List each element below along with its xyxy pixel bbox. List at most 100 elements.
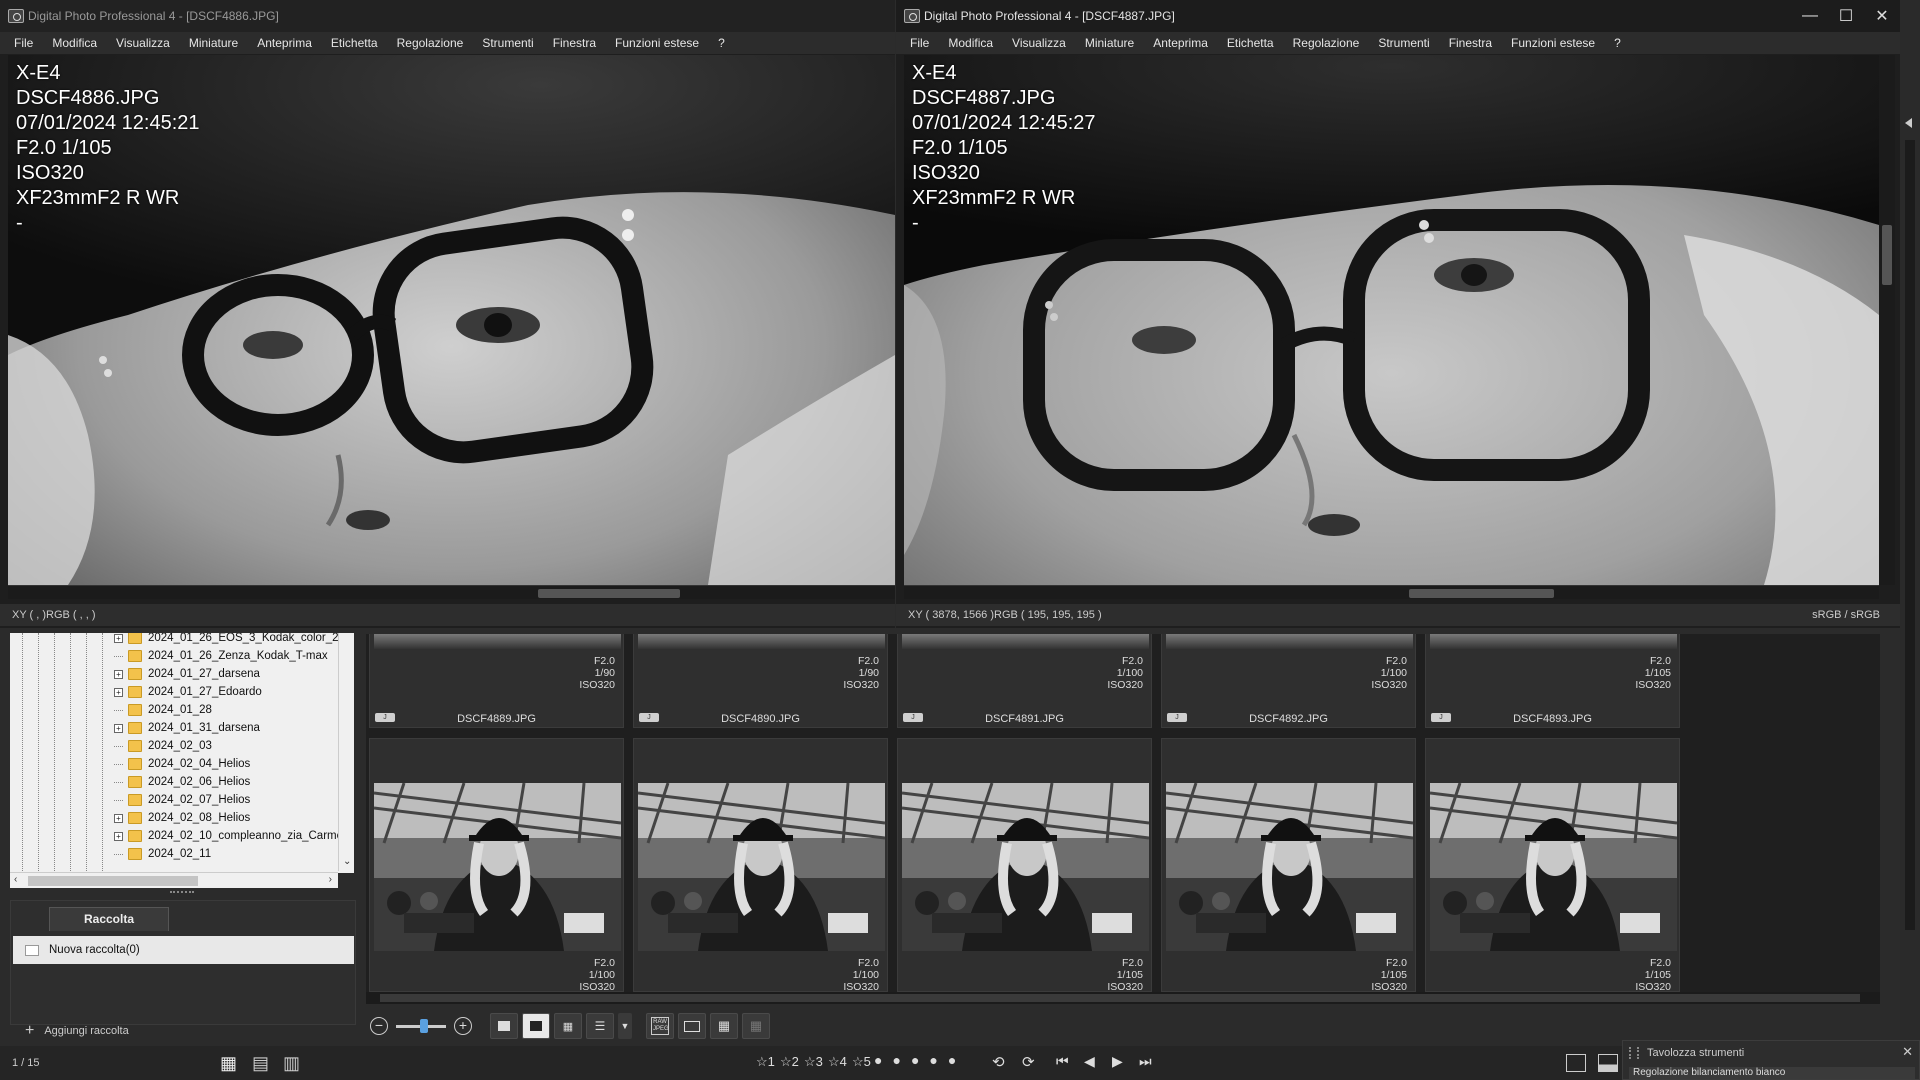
menu-item[interactable]: Etichetta: [1227, 36, 1274, 50]
layout-preview-icon[interactable]: ▤: [252, 1053, 269, 1074]
raw-jpeg-button[interactable]: RAW JPEG: [646, 1013, 674, 1039]
scroll-right-icon[interactable]: ›: [329, 874, 332, 885]
menu-item[interactable]: Regolazione: [397, 36, 464, 50]
vscroll-thumb[interactable]: [1882, 225, 1892, 285]
rating-2-button[interactable]: ☆2: [780, 1054, 800, 1070]
histogram-icon[interactable]: [1598, 1054, 1618, 1072]
folder-item[interactable]: 2024_01_26_Zenza_Kodak_T-max: [114, 647, 328, 665]
minimize-button[interactable]: —: [1792, 0, 1828, 32]
first-image-icon[interactable]: ⏮: [1056, 1053, 1069, 1070]
menu-item[interactable]: Visualizza: [1012, 36, 1066, 50]
thumbnail-cell[interactable]: F2.0 1/90 ISO320 J DSCF4890.JPG: [633, 634, 888, 728]
menu-item[interactable]: Visualizza: [116, 36, 170, 50]
thumbnail-cell[interactable]: F2.0 1/105 ISO320 J DSCF4893.JPG: [1425, 634, 1680, 728]
chevron-down-icon[interactable]: ⌄: [343, 856, 351, 867]
folder-item[interactable]: +2024_02_08_Helios: [114, 809, 250, 827]
label-dot-2[interactable]: ●: [892, 1052, 900, 1068]
view-large-button[interactable]: [490, 1013, 518, 1039]
thumbnail-cell[interactable]: F2.0 1/100 ISO320 J DSCF4891.JPG: [897, 634, 1152, 728]
folder-item[interactable]: 2024_02_03: [114, 737, 212, 755]
rotate-left-icon[interactable]: ⟲: [992, 1053, 1005, 1071]
right-hscrollbar[interactable]: [904, 585, 1879, 599]
folder-item[interactable]: +2024_01_26_EOS_3_Kodak_color_200: [114, 633, 351, 647]
folder-item[interactable]: +2024_01_27_darsena: [114, 665, 260, 683]
last-image-icon[interactable]: ⏭: [1139, 1053, 1152, 1070]
rating-1-button[interactable]: ☆1: [756, 1054, 776, 1070]
view-list-button[interactable]: ☰: [586, 1013, 614, 1039]
label-dot-5[interactable]: ●: [948, 1052, 956, 1068]
tree-hscrollbar[interactable]: ‹ ›: [10, 872, 338, 888]
menu-item[interactable]: Finestra: [1449, 36, 1492, 50]
menu-item[interactable]: Modifica: [948, 36, 993, 50]
folder-item[interactable]: +2024_02_10_compleanno_zia_Carmela: [114, 827, 352, 845]
menu-item[interactable]: Strumenti: [482, 36, 533, 50]
add-collection-button[interactable]: + Aggiungi raccolta: [25, 1023, 129, 1039]
folder-item[interactable]: 2024_02_06_Helios: [114, 773, 250, 791]
rating-5-button[interactable]: ☆5: [852, 1054, 872, 1070]
folder-item[interactable]: +2024_01_31_darsena: [114, 719, 260, 737]
thumbnail-cell[interactable]: F2.0 1/100 ISO320: [369, 738, 624, 992]
palette-close-icon[interactable]: ✕: [1902, 1044, 1913, 1060]
close-button[interactable]: ✕: [1864, 0, 1900, 32]
palette-item[interactable]: Regolazione bilanciamento bianco: [1629, 1067, 1915, 1079]
view-small-button[interactable]: ▦: [554, 1013, 582, 1039]
folder-tree[interactable]: +2024_01_26_EOS_3_Kodak_color_200 2024_01…: [10, 633, 354, 873]
tab-raccolta[interactable]: Raccolta: [49, 907, 169, 931]
menu-item[interactable]: Anteprima: [1153, 36, 1208, 50]
menu-item[interactable]: ?: [1614, 36, 1621, 50]
menu-item[interactable]: Miniature: [1085, 36, 1134, 50]
menu-item[interactable]: ?: [718, 36, 725, 50]
rotate-right-icon[interactable]: ⟳: [1022, 1053, 1035, 1071]
menu-item[interactable]: Regolazione: [1293, 36, 1360, 50]
thumbnail-cell[interactable]: F2.0 1/90 ISO320 J DSCF4889.JPG: [369, 634, 624, 728]
folder-item[interactable]: 2024_02_07_Helios: [114, 791, 250, 809]
multi-layout-button[interactable]: ▦: [742, 1013, 770, 1039]
right-preview-vscrollbar[interactable]: [1879, 55, 1895, 585]
expand-icon[interactable]: +: [114, 831, 123, 841]
left-hscroll-thumb[interactable]: [538, 589, 680, 598]
zoom-out-icon[interactable]: −: [370, 1017, 388, 1035]
menu-item[interactable]: File: [14, 36, 33, 50]
grid-hscrollbar[interactable]: [366, 992, 1880, 1004]
left-hscrollbar[interactable]: [8, 585, 895, 599]
grid-view-button[interactable]: ▦: [710, 1013, 738, 1039]
label-dot-4[interactable]: ●: [929, 1052, 937, 1068]
expand-icon[interactable]: +: [114, 669, 123, 679]
grid-hscroll-thumb[interactable]: [380, 994, 1860, 1002]
menu-item[interactable]: Finestra: [553, 36, 596, 50]
zoom-slider-handle[interactable]: [420, 1019, 428, 1033]
thumbnail-cell[interactable]: F2.0 1/105 ISO320: [1161, 738, 1416, 992]
folder-item[interactable]: +2024_01_27_Edoardo: [114, 683, 262, 701]
compare-icon[interactable]: [1566, 1054, 1586, 1072]
menu-item[interactable]: Anteprima: [257, 36, 312, 50]
right-preview[interactable]: X-E4 DSCF4887.JPG 07/01/2024 12:45:27 F2.0 …: [904, 55, 1879, 585]
expand-icon[interactable]: +: [114, 813, 123, 823]
layout-grid-icon[interactable]: ▦: [220, 1053, 237, 1074]
scroll-left-icon[interactable]: ‹: [14, 874, 17, 885]
rating-4-button[interactable]: ☆4: [828, 1054, 848, 1070]
menu-item[interactable]: File: [910, 36, 929, 50]
menu-item[interactable]: Etichetta: [331, 36, 378, 50]
prev-image-icon[interactable]: ◀: [1084, 1053, 1095, 1070]
expand-icon[interactable]: +: [114, 723, 123, 733]
rating-3-button[interactable]: ☆3: [804, 1054, 824, 1070]
expand-icon[interactable]: +: [114, 687, 123, 697]
collapse-arrow-icon[interactable]: [1905, 118, 1912, 128]
label-dot-3[interactable]: ●: [911, 1052, 919, 1068]
menu-item[interactable]: Miniature: [189, 36, 238, 50]
tree-vscrollbar[interactable]: ⌄: [338, 633, 354, 871]
thumbnail-cell[interactable]: F2.0 1/105 ISO320: [897, 738, 1152, 992]
maximize-button[interactable]: ☐: [1828, 0, 1864, 32]
zoom-slider[interactable]: [396, 1017, 446, 1035]
left-preview[interactable]: X-E4 DSCF4886.JPG 07/01/2024 12:45:21 F2.0 …: [8, 55, 895, 585]
menu-item[interactable]: Funzioni estese: [1511, 36, 1595, 50]
view-medium-button[interactable]: [522, 1013, 550, 1039]
folder-item[interactable]: 2024_02_11: [114, 845, 211, 863]
menu-item[interactable]: Strumenti: [1378, 36, 1429, 50]
menu-item[interactable]: Funzioni estese: [615, 36, 699, 50]
zoom-in-icon[interactable]: +: [454, 1017, 472, 1035]
thumbnail-cell[interactable]: F2.0 1/100 ISO320: [633, 738, 888, 992]
thumbnail-cell[interactable]: F2.0 1/105 ISO320: [1425, 738, 1680, 992]
splitter-grip[interactable]: [170, 891, 194, 895]
expand-icon[interactable]: +: [114, 633, 123, 643]
